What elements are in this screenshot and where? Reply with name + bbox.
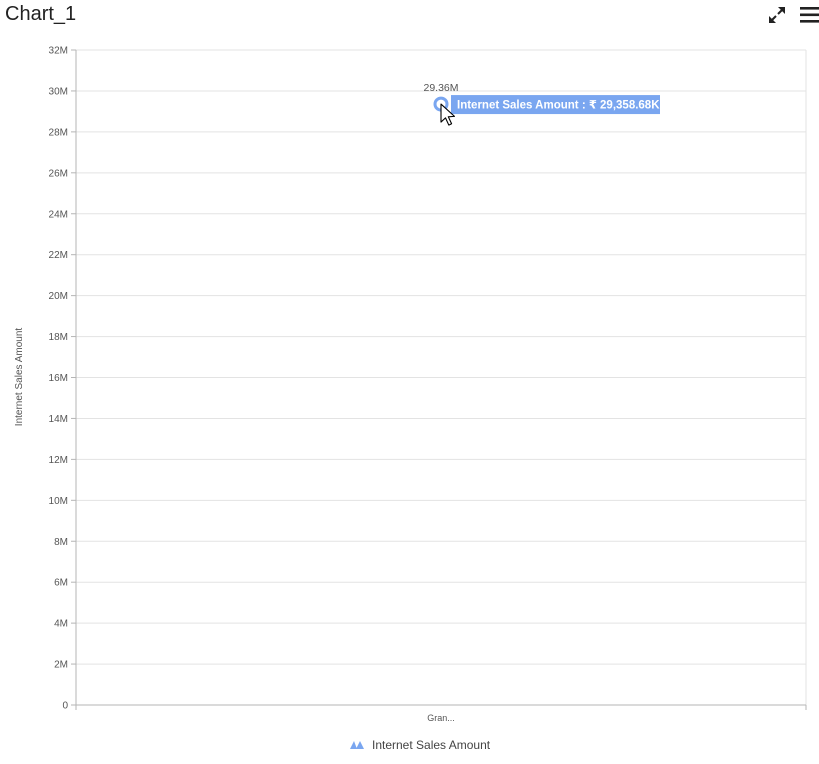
data-label: 29.36M [423, 82, 458, 94]
y-tick-label: 18M [49, 332, 68, 343]
legend-area-shape [350, 741, 357, 749]
y-tick-label: 14M [49, 414, 68, 425]
y-tick-label: 2M [54, 660, 68, 671]
y-tick-label: 4M [54, 619, 68, 630]
tooltip: Internet Sales Amount : ₹ 29,358.68K [451, 95, 660, 115]
y-tick-label: 20M [49, 291, 68, 302]
y-tick-label: 30M [49, 86, 68, 97]
legend-item-label[interactable]: Internet Sales Amount [372, 738, 491, 752]
y-tick-label: 10M [49, 496, 68, 507]
legend-area-icon [350, 741, 364, 749]
tooltip-text: Internet Sales Amount : ₹ 29,358.68K [457, 100, 660, 112]
y-tick-label: 24M [49, 209, 68, 220]
legend-area-shape [356, 741, 364, 749]
y-tick-label: 28M [49, 127, 68, 138]
y-tick-label: 26M [49, 168, 68, 179]
y-tick-label: 12M [49, 455, 68, 466]
chart-canvas: 0 2M 4M 6M 8M 10M 12M 14M 16M 18M 20M 22M 24M 26M 28M 3… [14, 46, 807, 752]
x-tick-label: Gran... [427, 713, 455, 723]
y-tick-label: 6M [54, 578, 68, 589]
y-tick-label: 22M [49, 250, 68, 261]
y-tick-label: 32M [49, 46, 68, 57]
y-tick-label: 16M [49, 373, 68, 384]
y-axis-label: Internet Sales Amount [14, 328, 25, 427]
y-tick-label: 8M [54, 537, 68, 548]
y-tick-label: 0 [62, 701, 68, 712]
